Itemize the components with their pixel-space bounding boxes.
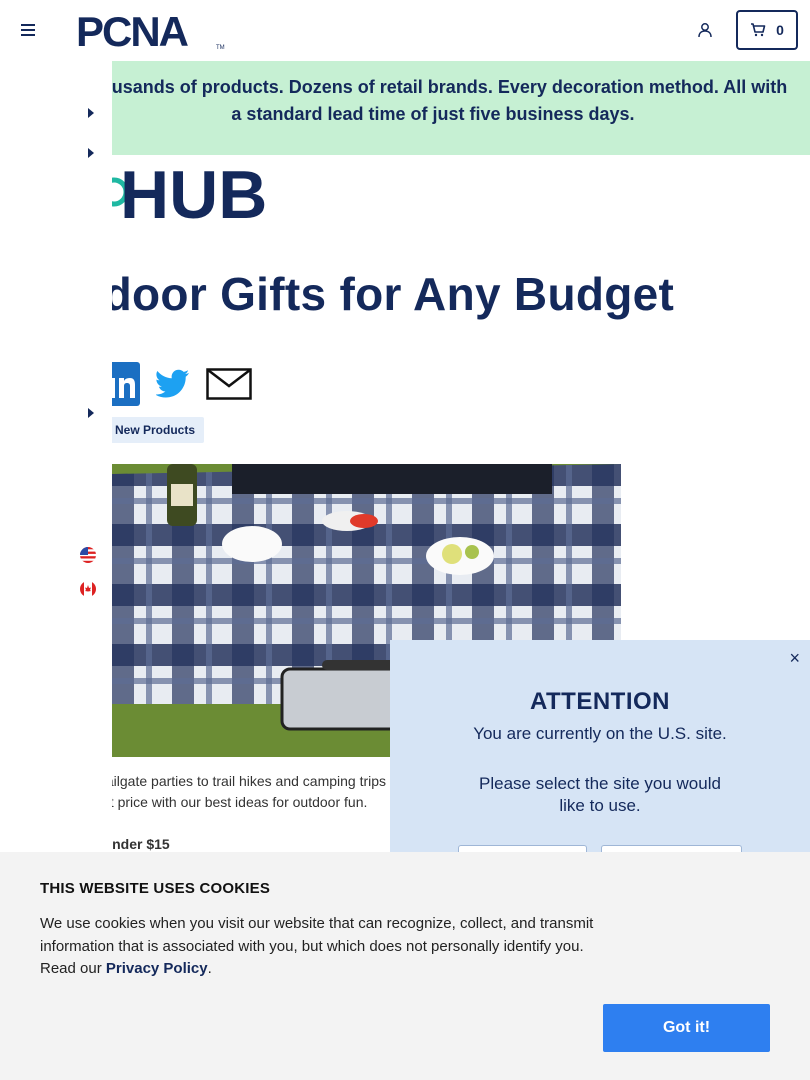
promo-banner: Thousands of products. Dozens of retail …: [79, 61, 810, 155]
twitter-icon[interactable]: [156, 369, 190, 399]
cart-button[interactable]: 0: [736, 10, 798, 50]
cookie-banner: THIS WEBSITE USES COOKIES We use cookies…: [0, 852, 810, 1080]
modal-question: Please select the site you would like to…: [479, 774, 721, 815]
page-title: tdoor Gifts for Any Budget: [112, 268, 675, 320]
email-icon[interactable]: [206, 368, 252, 400]
cookie-title: THIS WEBSITE USES COOKIES: [40, 880, 271, 897]
cookie-text: We use cookies when you visit our websit…: [40, 913, 600, 981]
close-icon[interactable]: ×: [789, 648, 800, 669]
section-heading: Under $15: [112, 836, 170, 852]
linkedin-icon[interactable]: [112, 362, 140, 406]
pcna-logo[interactable]: PCNA TM: [76, 10, 226, 52]
svg-text:TM: TM: [216, 45, 225, 51]
svg-text:HUB: HUB: [120, 160, 267, 224]
caret-right-icon[interactable]: [88, 408, 94, 418]
modal-subtitle: You are currently on the U.S. site.: [473, 724, 727, 743]
account-icon[interactable]: [697, 22, 713, 38]
svg-text:PCNA: PCNA: [76, 10, 189, 52]
privacy-policy-link[interactable]: Privacy Policy: [106, 960, 208, 977]
cart-count: 0: [776, 22, 784, 38]
menu-icon[interactable]: [21, 24, 35, 36]
cookie-text-end: .: [207, 960, 212, 977]
tag-new-products[interactable]: New Products: [112, 417, 205, 443]
canada-flag-icon[interactable]: [80, 581, 96, 597]
modal-title: ATTENTION: [529, 688, 671, 715]
cart-icon: [751, 23, 766, 37]
hub-logo: HUB: [112, 160, 267, 224]
caret-right-icon[interactable]: [88, 148, 94, 158]
site-header: PCNA TM 0: [0, 0, 810, 61]
site-select-modal: × ATTENTION You are currently on the U.S…: [390, 640, 810, 865]
us-flag-icon[interactable]: [80, 547, 96, 563]
side-panel: [0, 61, 112, 852]
caret-right-icon[interactable]: [88, 108, 94, 118]
share-buttons: [112, 362, 252, 406]
accept-cookies-button[interactable]: Got it!: [603, 1004, 770, 1052]
promo-banner-text: Thousands of products. Dozens of retail …: [78, 77, 788, 124]
